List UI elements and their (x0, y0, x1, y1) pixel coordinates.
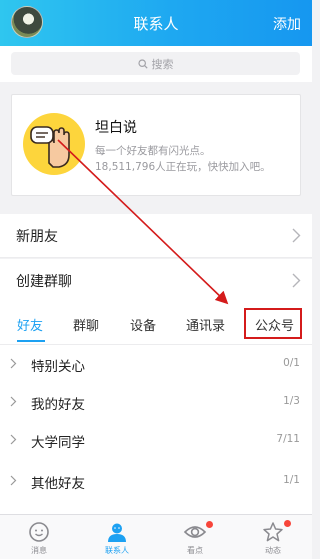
bottom-navigation: 消息 联系人 看点 动态 (0, 514, 312, 559)
chevron-right-icon (292, 273, 301, 288)
group-row[interactable]: 大学同学 7/11 (0, 421, 312, 459)
add-button[interactable]: 添加 (273, 14, 301, 34)
create-group-row[interactable]: 创建群聊 (0, 259, 312, 303)
chevron-right-icon (10, 396, 17, 407)
star-icon (263, 522, 283, 542)
group-name: 特别关心 (31, 359, 85, 375)
tab-friends[interactable]: 好友 (17, 315, 43, 334)
chevron-right-icon (10, 434, 17, 445)
notification-dot (284, 520, 291, 527)
nav-label: 动态 (265, 546, 281, 555)
group-name: 我的好友 (31, 397, 85, 413)
page-title: 联系人 (133, 15, 179, 33)
chevron-right-icon (292, 228, 301, 243)
promo-card[interactable]: 坦白说 每一个好友都有闪光点。 18,511,796人正在玩，快快加入吧。 (11, 94, 301, 196)
chevron-right-icon (10, 358, 17, 369)
nav-contacts[interactable]: 联系人 (78, 515, 156, 559)
promo-title: 坦白说 (95, 120, 137, 136)
search-icon (137, 58, 148, 69)
tab-groups[interactable]: 群聊 (73, 315, 99, 334)
search-placeholder: 搜索 (151, 57, 174, 71)
group-count: 0/1 (283, 357, 300, 369)
group-name: 其他好友 (31, 476, 85, 492)
nav-label: 看点 (187, 546, 203, 555)
tab-address-book[interactable]: 通讯录 (186, 315, 225, 334)
nav-watch[interactable]: 看点 (156, 515, 234, 559)
active-tab-indicator (17, 340, 45, 342)
group-row[interactable]: 特别关心 0/1 (0, 345, 312, 383)
create-group-label: 创建群聊 (16, 274, 72, 290)
nav-label: 消息 (31, 546, 47, 555)
top-bar: 联系人 添加 (0, 0, 312, 46)
new-friends-label: 新朋友 (16, 228, 58, 245)
nav-label: 联系人 (105, 546, 129, 555)
annotation-highlight-box (244, 308, 302, 339)
notification-dot (206, 521, 213, 528)
promo-players-count: 18,511,796人正在玩，快快加入吧。 (95, 161, 271, 173)
group-count: 7/11 (276, 433, 300, 445)
promo-subtitle: 每一个好友都有闪光点。 (95, 145, 211, 157)
search-input[interactable]: 搜索 (11, 52, 300, 75)
new-friends-row[interactable]: 新朋友 (0, 214, 312, 258)
contact-tabs: 好友 群聊 设备 通讯录 公众号 (0, 303, 312, 345)
group-row[interactable]: 我的好友 1/3 (0, 383, 312, 421)
contacts-icon (108, 523, 126, 542)
chevron-right-icon (10, 475, 17, 486)
group-name: 大学同学 (31, 435, 85, 451)
group-count: 1/3 (283, 395, 300, 407)
message-icon (29, 522, 49, 542)
watch-icon (183, 526, 207, 538)
search-bar: 搜索 (0, 46, 312, 82)
nav-messages[interactable]: 消息 (0, 515, 78, 559)
tab-devices[interactable]: 设备 (130, 315, 156, 334)
friend-groups-list: 特别关心 0/1 我的好友 1/3 大学同学 7/11 其他好友 1/1 同事朋… (0, 345, 312, 520)
group-count: 1/1 (283, 474, 300, 486)
nav-moments[interactable]: 动态 (234, 515, 312, 559)
group-row[interactable]: 其他好友 1/1 (0, 462, 312, 500)
confession-icon (23, 113, 85, 175)
